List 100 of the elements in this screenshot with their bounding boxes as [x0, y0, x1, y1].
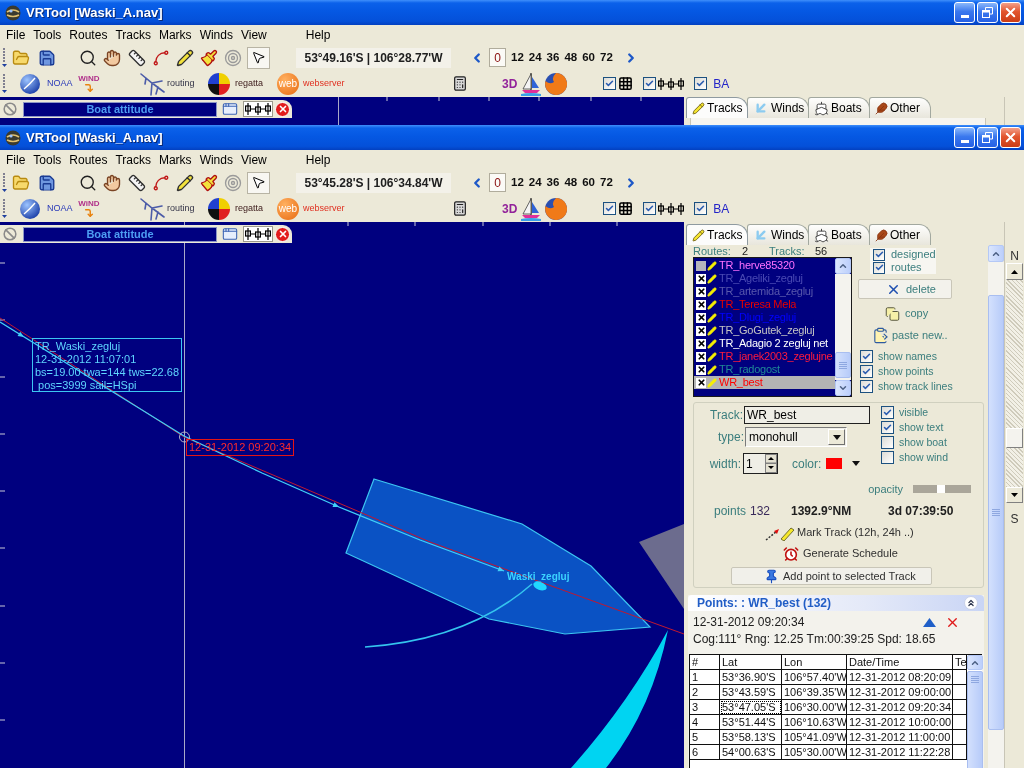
restore-button[interactable]: [977, 2, 998, 23]
menu-item[interactable]: Tracks: [111, 26, 155, 44]
scrollbar-thumb[interactable]: [967, 671, 983, 768]
window-icon[interactable]: [222, 101, 238, 117]
visibility-checkbox[interactable]: [696, 351, 706, 362]
ban-icon[interactable]: [3, 102, 17, 116]
scroll-up-button[interactable]: [988, 245, 1004, 262]
track-item[interactable]: TR_radogost: [694, 363, 835, 376]
checkbox[interactable]: [881, 451, 894, 464]
menu-item[interactable]: File: [2, 151, 30, 169]
track-item[interactable]: TR_GoGutek_zegluj: [694, 324, 835, 337]
menu-item[interactable]: Tools: [29, 151, 66, 169]
time-step[interactable]: 60: [582, 176, 595, 189]
pointer-button[interactable]: [247, 46, 270, 69]
checkbox[interactable]: [860, 380, 873, 393]
menu-item[interactable]: Tracks: [111, 151, 155, 169]
spin-arrows-icon[interactable]: [765, 454, 777, 473]
folder-icon[interactable]: [12, 173, 30, 192]
menu-item[interactable]: Marks: [154, 151, 196, 169]
hand-icon[interactable]: [103, 48, 121, 67]
tab[interactable]: Boats: [808, 97, 870, 118]
menu-item[interactable]: View: [236, 26, 271, 44]
calculator-icon[interactable]: [452, 74, 468, 93]
time-step[interactable]: 0: [489, 48, 506, 67]
menu-item[interactable]: File: [2, 26, 30, 44]
checkbox[interactable]: [694, 77, 708, 90]
checkbox[interactable]: [881, 421, 894, 434]
checkbox[interactable]: [860, 365, 873, 378]
close-button[interactable]: [1000, 127, 1021, 148]
calculator-icon[interactable]: [452, 199, 468, 218]
column-header[interactable]: Date/Time: [847, 655, 953, 670]
close-button[interactable]: [1000, 2, 1021, 23]
minimize-button[interactable]: [954, 127, 975, 148]
checkbox[interactable]: [881, 436, 894, 449]
routing-button[interactable]: routing: [140, 71, 196, 96]
markers-toggle[interactable]: [243, 226, 273, 242]
menu-item[interactable]: Help: [301, 151, 335, 169]
checkbox[interactable]: [643, 202, 657, 215]
copy-button[interactable]: copy: [885, 305, 929, 322]
pencil-icon[interactable]: [176, 48, 194, 67]
webserver-button[interactable]: web webserver: [277, 196, 349, 221]
column-header[interactable]: Lat: [720, 655, 782, 670]
checkbox[interactable]: [603, 202, 617, 215]
step-down-button[interactable]: [1006, 487, 1023, 503]
visibility-checkbox[interactable]: [696, 377, 706, 388]
visibility-checkbox[interactable]: [696, 338, 706, 349]
wind-button[interactable]: WiND: [76, 70, 102, 97]
time-step[interactable]: 36: [546, 176, 560, 189]
search-icon[interactable]: [79, 173, 97, 192]
track-item[interactable]: TR_Teresa Mela: [694, 298, 835, 311]
time-step[interactable]: 48: [564, 51, 578, 64]
menu-item[interactable]: Marks: [154, 26, 196, 44]
restore-button[interactable]: [977, 127, 998, 148]
opacity-slider[interactable]: [913, 485, 971, 493]
visibility-checkbox[interactable]: [696, 286, 706, 297]
menu-item[interactable]: View: [236, 151, 271, 169]
checkbox[interactable]: [881, 406, 894, 419]
width-spinner[interactable]: 1: [743, 453, 778, 474]
caret-down-icon[interactable]: [852, 461, 861, 466]
tab[interactable]: Tracks: [686, 97, 748, 118]
track-item[interactable]: TR_herve85320: [694, 259, 835, 272]
tab[interactable]: Boats: [808, 224, 870, 245]
track-item[interactable]: TR_janek2003_zeglujne: [694, 350, 835, 363]
checkbox[interactable]: [694, 202, 708, 215]
track-item[interactable]: TR_Adagio 2 zegluj net: [694, 337, 835, 350]
scrollbar-thumb[interactable]: [835, 352, 851, 378]
ban-icon[interactable]: [3, 227, 17, 241]
visibility-checkbox[interactable]: [696, 312, 706, 323]
scroll-up-button[interactable]: [835, 258, 851, 274]
dropdown-button[interactable]: [828, 429, 845, 445]
polyline-icon[interactable]: [152, 48, 170, 67]
mark-track-button[interactable]: Mark Track (12h, 24h ..): [765, 524, 914, 541]
scroll-down-button[interactable]: [835, 380, 851, 396]
menu-item[interactable]: Routes: [65, 151, 112, 169]
webserver-button[interactable]: web webserver: [277, 71, 349, 96]
add-point-button[interactable]: Add point to selected Track: [731, 567, 932, 585]
regatta-button[interactable]: regatta: [208, 196, 266, 221]
sailboat-icon[interactable]: [520, 196, 543, 221]
folder-icon[interactable]: [12, 48, 30, 67]
visibility-checkbox[interactable]: [696, 325, 706, 336]
time-step[interactable]: 72: [600, 51, 613, 64]
time-step[interactable]: 36: [546, 51, 560, 64]
time-step[interactable]: 0: [489, 173, 506, 192]
color-swatch[interactable]: [826, 458, 843, 469]
save-icon[interactable]: [38, 48, 56, 67]
paintbrush-icon[interactable]: [200, 48, 218, 67]
tab[interactable]: Winds: [747, 97, 809, 118]
search-icon[interactable]: [79, 48, 97, 67]
wind-button[interactable]: WiND: [76, 195, 102, 222]
pencil-icon[interactable]: [176, 173, 194, 192]
tab[interactable]: Other: [869, 97, 931, 118]
time-step[interactable]: 60: [582, 51, 595, 64]
checkbox[interactable]: [860, 350, 873, 363]
checkbox[interactable]: [643, 77, 657, 90]
time-step[interactable]: 24: [528, 176, 542, 189]
slider-thumb[interactable]: [936, 485, 945, 493]
noaa-button[interactable]: NOAA: [20, 71, 76, 96]
minimize-button[interactable]: [954, 2, 975, 23]
schedule-button[interactable]: Generate Schedule: [783, 545, 898, 562]
column-header[interactable]: #: [690, 655, 720, 670]
